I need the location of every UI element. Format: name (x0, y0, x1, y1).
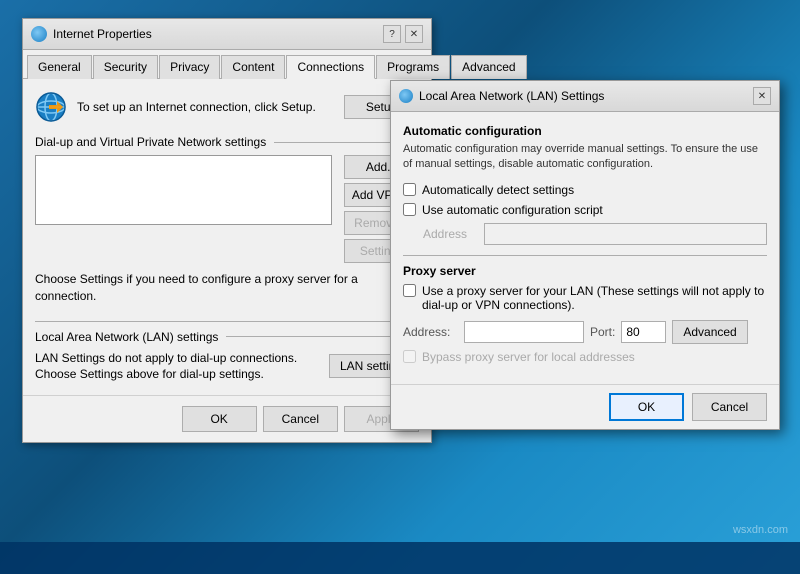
address-label: Address (423, 227, 478, 241)
auto-script-row: Use automatic configuration script (403, 203, 767, 217)
lan-section: Local Area Network (LAN) settings LAN Se… (35, 321, 419, 384)
auto-script-label: Use automatic configuration script (422, 203, 603, 217)
lan-row: LAN Settings do not apply to dial-up con… (35, 350, 419, 384)
auto-config-title: Automatic configuration (403, 124, 767, 138)
auto-config-desc: Automatic configuration may override man… (403, 142, 767, 173)
port-label: Port: (590, 325, 615, 339)
bypass-proxy-checkbox[interactable] (403, 350, 416, 363)
lan-dialog-title: Local Area Network (LAN) Settings (419, 89, 604, 103)
cancel-button[interactable]: Cancel (263, 406, 338, 432)
lan-dialog-icon (399, 89, 413, 103)
lan-dialog-footer: OK Cancel (391, 384, 779, 429)
bypass-row: Bypass proxy server for local addresses (403, 350, 767, 364)
bypass-label: Bypass proxy server for local addresses (422, 350, 635, 364)
dialog-footer: OK Cancel Apply (23, 395, 431, 442)
lan-cancel-button[interactable]: Cancel (692, 393, 767, 421)
dialog-title: Internet Properties (53, 27, 152, 41)
titlebar: Internet Properties ? ✕ (23, 19, 431, 50)
tab-programs[interactable]: Programs (376, 55, 450, 79)
script-address-row: Address (423, 223, 767, 245)
tab-privacy[interactable]: Privacy (159, 55, 220, 79)
lan-section-header: Local Area Network (LAN) settings (35, 330, 419, 344)
advanced-proxy-button[interactable]: Advanced (672, 320, 747, 344)
lan-settings-dialog: Local Area Network (LAN) Settings ✕ Auto… (390, 80, 780, 430)
titlebar-left: Internet Properties (31, 26, 152, 42)
script-address-input[interactable] (484, 223, 767, 245)
dialup-section-header: Dial-up and Virtual Private Network sett… (35, 135, 419, 149)
use-proxy-checkbox[interactable] (403, 284, 416, 297)
lan-close-button[interactable]: ✕ (753, 87, 771, 105)
tabs-bar: General Security Privacy Content Connect… (23, 50, 431, 79)
lan-description: LAN Settings do not apply to dial-up con… (35, 350, 321, 384)
proxy-addr-label: Address: (403, 325, 458, 339)
lan-titlebar: Local Area Network (LAN) Settings ✕ (391, 81, 779, 112)
auto-detect-checkbox[interactable] (403, 183, 416, 196)
ok-button[interactable]: OK (182, 406, 257, 432)
auto-detect-label: Automatically detect settings (422, 183, 574, 197)
setup-section: To set up an Internet connection, click … (35, 91, 419, 123)
proxy-checkbox-label: Use a proxy server for your LAN (These s… (422, 284, 767, 312)
close-button[interactable]: ✕ (405, 25, 423, 43)
proxy-address-row: Address: Port: Advanced (403, 320, 767, 344)
proxy-address-input[interactable] (464, 321, 584, 343)
lan-titlebar-left: Local Area Network (LAN) Settings (399, 89, 604, 103)
tab-connections[interactable]: Connections (286, 55, 375, 79)
choose-text: Choose Settings if you need to configure… (35, 271, 419, 305)
tab-general[interactable]: General (27, 55, 92, 79)
dialog-content: To set up an Internet connection, click … (23, 79, 431, 395)
port-input[interactable] (621, 321, 666, 343)
lan-dialog-content: Automatic configuration Automatic config… (391, 112, 779, 384)
setup-text: To set up an Internet connection, click … (77, 99, 334, 116)
auto-detect-row: Automatically detect settings (403, 183, 767, 197)
tab-content[interactable]: Content (221, 55, 285, 79)
vpn-row: Add... Add VPN... Remove... Settings (35, 155, 419, 263)
lan-ok-button[interactable]: OK (609, 393, 684, 421)
titlebar-controls: ? ✕ (383, 25, 423, 43)
watermark: wsxdn.com (733, 524, 788, 536)
tab-advanced[interactable]: Advanced (451, 55, 526, 79)
help-button[interactable]: ? (383, 25, 401, 43)
setup-icon (35, 91, 67, 123)
separator (403, 255, 767, 256)
tab-security[interactable]: Security (93, 55, 158, 79)
internet-properties-dialog: Internet Properties ? ✕ General Security… (22, 18, 432, 443)
taskbar (0, 542, 800, 574)
ie-icon (31, 26, 47, 42)
proxy-section-title: Proxy server (403, 264, 767, 278)
vpn-list (35, 155, 332, 225)
proxy-checkbox-row: Use a proxy server for your LAN (These s… (403, 284, 767, 312)
auto-script-checkbox[interactable] (403, 203, 416, 216)
